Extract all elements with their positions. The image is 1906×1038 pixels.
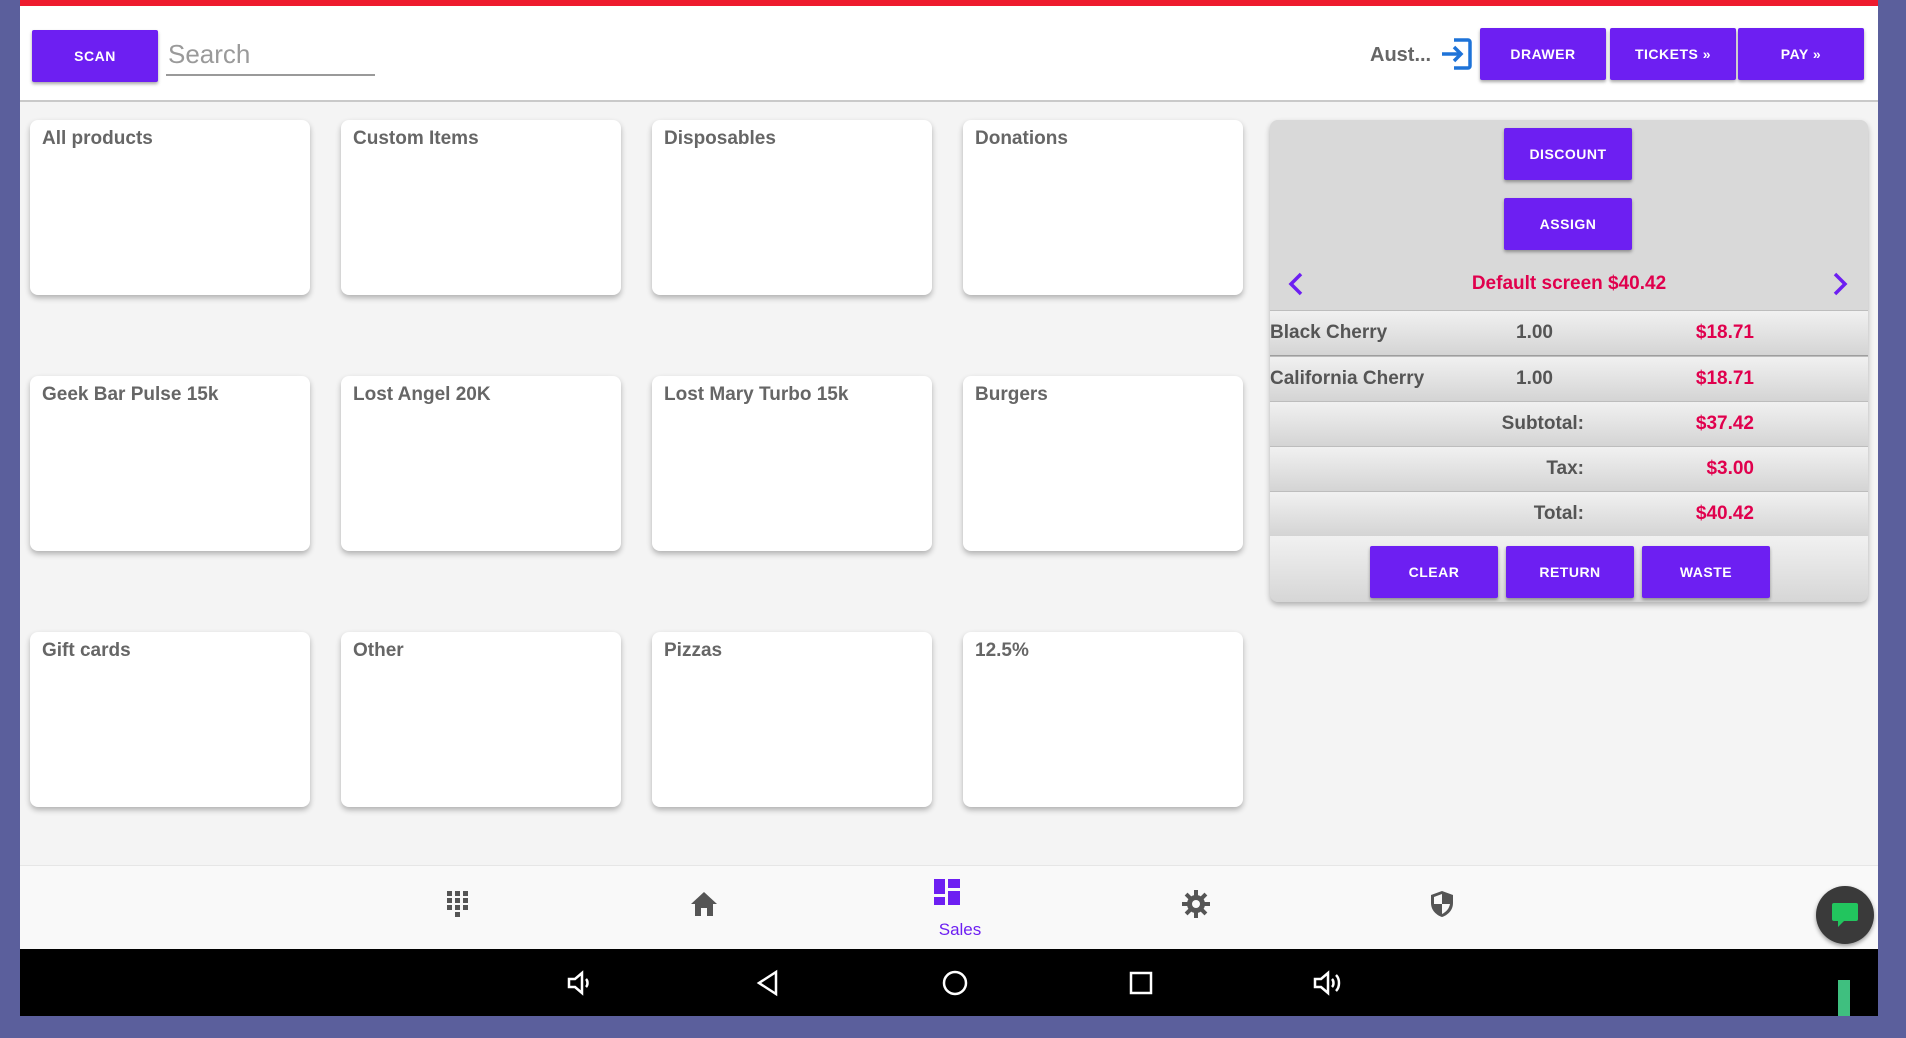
volume-up-icon[interactable]: [1311, 967, 1343, 999]
category-tile-lost-angel[interactable]: Lost Angel 20K: [341, 376, 621, 551]
recents-icon[interactable]: [1125, 967, 1157, 999]
android-system-bar: [20, 949, 1878, 1016]
clear-button[interactable]: CLEAR: [1370, 546, 1498, 598]
scan-button[interactable]: SCAN: [32, 30, 158, 82]
category-tile-pizzas[interactable]: Pizzas: [652, 632, 932, 807]
item-name: California Cherry: [1270, 368, 1425, 389]
home-icon[interactable]: [688, 888, 720, 920]
category-tile-donations[interactable]: Donations: [963, 120, 1243, 295]
category-label: All products: [42, 128, 153, 149]
back-icon[interactable]: [752, 967, 784, 999]
pay-button[interactable]: PAY »: [1738, 28, 1864, 80]
tax-label: Tax:: [1546, 458, 1584, 479]
volume-down-icon[interactable]: [564, 967, 596, 999]
header-bar: SCAN Aust... DRAWER TICKETS » PAY »: [20, 6, 1878, 102]
total-label: Total:: [1533, 503, 1584, 524]
category-tile-custom-items[interactable]: Custom Items: [341, 120, 621, 295]
cart-actions: CLEAR RETURN WASTE: [1270, 536, 1868, 602]
gear-icon[interactable]: [1180, 888, 1212, 920]
category-tile-geek-bar-pulse[interactable]: Geek Bar Pulse 15k: [30, 376, 310, 551]
category-label: Donations: [975, 128, 1068, 149]
chevron-right-icon[interactable]: [1828, 270, 1852, 298]
category-label: Burgers: [975, 384, 1048, 405]
nav-sales-label: Sales: [938, 920, 982, 939]
item-price: $18.71: [1695, 322, 1754, 343]
category-tile-12-5-percent[interactable]: 12.5%: [963, 632, 1243, 807]
bottom-nav: Sales: [20, 865, 1878, 950]
pos-app: SCAN Aust... DRAWER TICKETS » PAY » All …: [20, 0, 1878, 1016]
total-row: Total: $40.42: [1270, 491, 1868, 536]
item-price: $18.71: [1695, 368, 1754, 389]
shield-icon[interactable]: [1426, 888, 1458, 920]
dashboard-icon[interactable]: [931, 876, 963, 908]
assign-button[interactable]: ASSIGN: [1504, 198, 1632, 250]
category-tile-disposables[interactable]: Disposables: [652, 120, 932, 295]
discount-button[interactable]: DISCOUNT: [1504, 128, 1632, 180]
category-label: Other: [353, 640, 404, 661]
category-tile-burgers[interactable]: Burgers: [963, 376, 1243, 551]
total-value: $40.42: [1695, 503, 1754, 524]
category-label: Custom Items: [353, 128, 479, 149]
screen-title: Default screen $40.42: [1471, 273, 1667, 294]
item-quantity: 1.00: [1516, 368, 1553, 389]
cart-line-item[interactable]: California Cherry 1.00 $18.71: [1270, 356, 1868, 401]
tickets-button[interactable]: TICKETS »: [1610, 28, 1736, 80]
tax-row: Tax: $3.00: [1270, 446, 1868, 491]
keypad-icon[interactable]: [442, 888, 474, 920]
category-tile-gift-cards[interactable]: Gift cards: [30, 632, 310, 807]
category-label: Geek Bar Pulse 15k: [42, 384, 219, 405]
tax-value: $3.00: [1706, 458, 1754, 479]
home-circle-icon[interactable]: [939, 967, 971, 999]
subtotal-label: Subtotal:: [1501, 413, 1584, 434]
chat-icon: [1832, 903, 1858, 927]
subtotal-row: Subtotal: $37.42: [1270, 401, 1868, 446]
category-label: Gift cards: [42, 640, 131, 661]
waste-button[interactable]: WASTE: [1642, 546, 1770, 598]
category-label: Lost Mary Turbo 15k: [664, 384, 849, 405]
drawer-button[interactable]: DRAWER: [1480, 28, 1606, 80]
item-name: Black Cherry: [1270, 322, 1388, 343]
category-label: 12.5%: [975, 640, 1029, 661]
category-tile-other[interactable]: Other: [341, 632, 621, 807]
category-label: Lost Angel 20K: [353, 384, 491, 405]
cart-panel: DISCOUNT ASSIGN Default screen $40.42 Bl…: [1270, 120, 1868, 602]
search-input[interactable]: [166, 34, 375, 76]
category-tile-all-products[interactable]: All products: [30, 120, 310, 295]
category-label: Disposables: [664, 128, 776, 149]
return-button[interactable]: RETURN: [1506, 546, 1634, 598]
chat-button[interactable]: [1816, 886, 1874, 944]
subtotal-value: $37.42: [1695, 413, 1754, 434]
category-label: Pizzas: [664, 640, 723, 661]
cart-line-item[interactable]: Black Cherry 1.00 $18.71: [1270, 310, 1868, 357]
user-label: Aust...: [1370, 44, 1432, 66]
logout-icon[interactable]: [1436, 34, 1476, 74]
category-tile-lost-mary-turbo[interactable]: Lost Mary Turbo 15k: [652, 376, 932, 551]
corner-indicator: [1838, 980, 1850, 1016]
item-quantity: 1.00: [1516, 322, 1553, 343]
